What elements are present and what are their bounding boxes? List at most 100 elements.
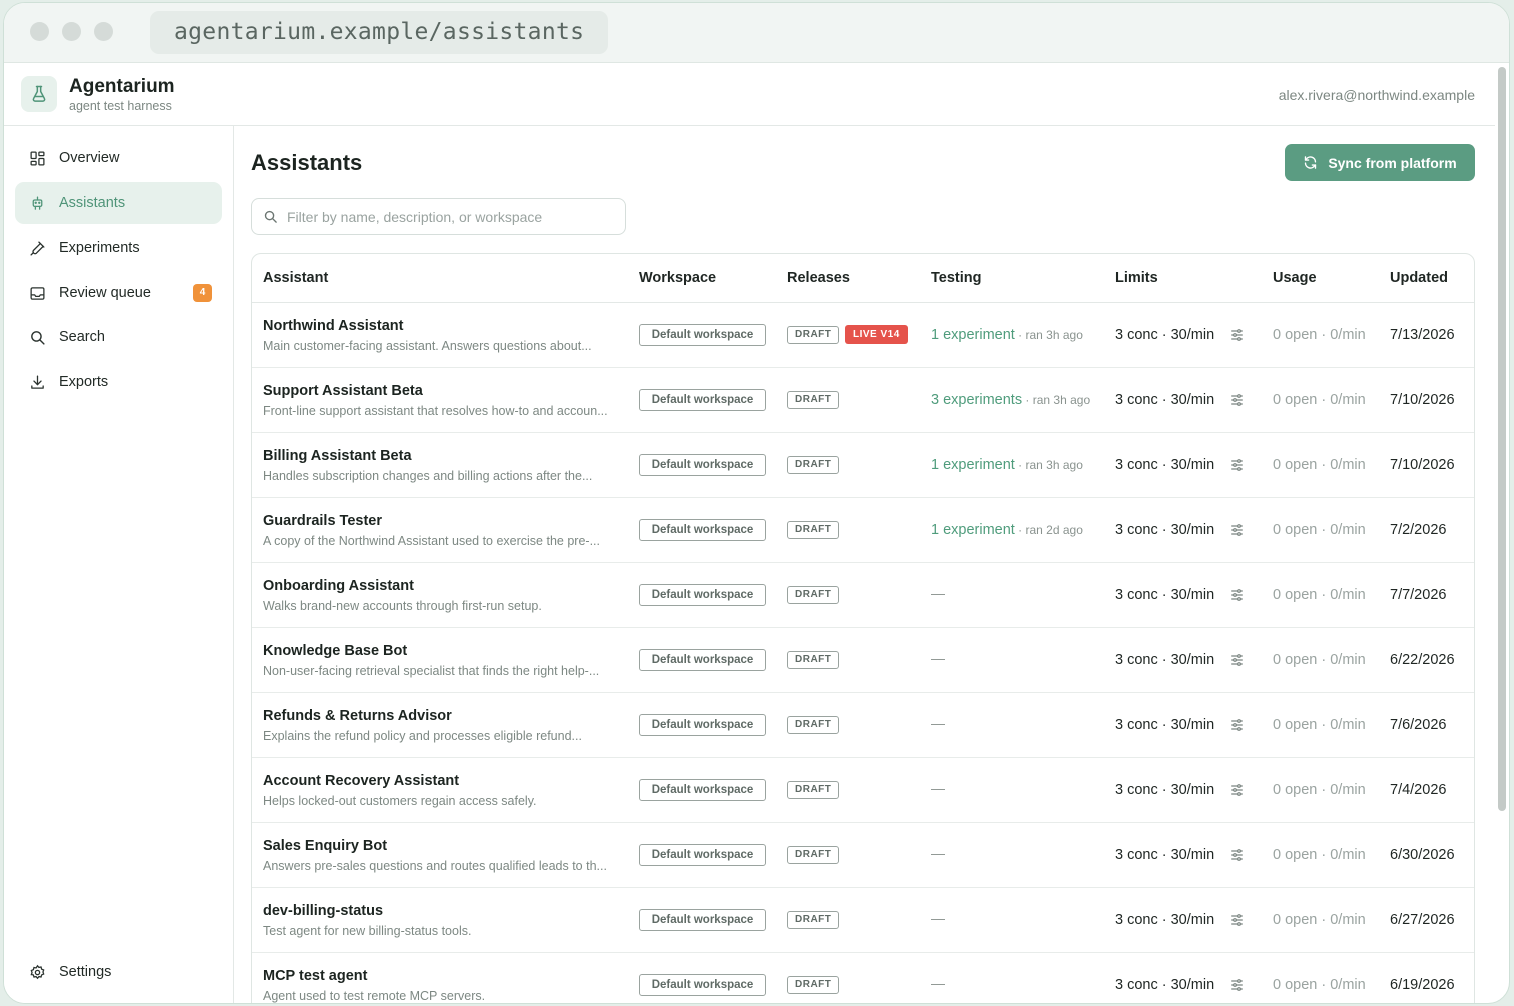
assistant-name[interactable]: Billing Assistant Beta xyxy=(263,448,412,464)
testing-empty: — xyxy=(931,650,945,666)
sliders-icon[interactable] xyxy=(1229,587,1245,603)
table-row[interactable]: Account Recovery Assistant Helps locked-o… xyxy=(252,758,1474,823)
usage-value: 0 open · 0/min xyxy=(1273,782,1366,798)
limits-value: 3 conc · 30/min xyxy=(1115,392,1215,408)
experiment-link[interactable]: 1 experiment xyxy=(931,522,1015,538)
column-header-updated[interactable]: Updated xyxy=(1390,270,1448,286)
limits-value: 3 conc · 30/min xyxy=(1115,977,1215,993)
scrollbar[interactable] xyxy=(1498,67,1506,811)
workspace-tag[interactable]: Default workspace xyxy=(639,974,766,996)
sidebar-item-label: Exports xyxy=(59,374,109,390)
column-header-assistant[interactable]: Assistant xyxy=(263,270,328,286)
table-row[interactable]: Northwind Assistant Main customer-facing … xyxy=(252,303,1474,368)
table-row[interactable]: Sales Enquiry Bot Answers pre-sales quest… xyxy=(252,823,1474,888)
workspace-tag[interactable]: Default workspace xyxy=(639,584,766,606)
assistant-description: Explains the refund policy and processes… xyxy=(263,729,582,743)
workspace-tag[interactable]: Default workspace xyxy=(639,909,766,931)
filter-input[interactable] xyxy=(287,208,607,225)
limits-value: 3 conc · 30/min xyxy=(1115,782,1215,798)
close-dot[interactable] xyxy=(30,22,49,41)
sidebar-item-label: Review queue xyxy=(59,285,151,301)
updated-date: 7/7/2026 xyxy=(1390,587,1447,603)
column-header-testing[interactable]: Testing xyxy=(931,270,981,286)
sidebar-item-review-queue[interactable]: Review queue 4 xyxy=(15,272,222,314)
sidebar-item-exports[interactable]: Exports xyxy=(15,361,222,403)
assistant-name[interactable]: Account Recovery Assistant xyxy=(263,773,459,789)
assistant-name[interactable]: Northwind Assistant xyxy=(263,318,403,334)
assistant-name[interactable]: Support Assistant Beta xyxy=(263,383,423,399)
table-row[interactable]: dev-billing-status Test agent for new bil… xyxy=(252,888,1474,953)
workspace-tag[interactable]: Default workspace xyxy=(639,844,766,866)
table-row[interactable]: Onboarding Assistant Walks brand-new acco… xyxy=(252,563,1474,628)
experiment-link[interactable]: 1 experiment xyxy=(931,457,1015,473)
assistant-description: A copy of the Northwind Assistant used t… xyxy=(263,534,600,548)
sliders-icon[interactable] xyxy=(1229,977,1245,993)
sliders-icon[interactable] xyxy=(1229,847,1245,863)
assistant-name[interactable]: dev-billing-status xyxy=(263,903,383,919)
sidebar-item-settings[interactable]: Settings xyxy=(15,951,222,993)
workspace-tag[interactable]: Default workspace xyxy=(639,389,766,411)
gear-icon xyxy=(28,963,46,981)
sliders-icon[interactable] xyxy=(1229,522,1245,538)
sidebar-item-overview[interactable]: Overview xyxy=(15,137,222,179)
minimize-dot[interactable] xyxy=(62,22,81,41)
sidebar-item-label: Overview xyxy=(59,150,120,166)
last-run-time: · ran 3h ago xyxy=(1014,458,1083,472)
assistant-name[interactable]: Refunds & Returns Advisor xyxy=(263,708,452,724)
column-header-limits[interactable]: Limits xyxy=(1115,270,1158,286)
sliders-icon[interactable] xyxy=(1229,457,1245,473)
workspace-tag[interactable]: Default workspace xyxy=(639,454,766,476)
user-email[interactable]: alex.rivera@northwind.example xyxy=(1279,87,1475,103)
table-row[interactable]: Billing Assistant Beta Handles subscripti… xyxy=(252,433,1474,498)
browser-titlebar: agentarium.example/assistants xyxy=(4,3,1509,63)
workspace-tag[interactable]: Default workspace xyxy=(639,324,766,346)
release-draft-tag: DRAFT xyxy=(787,846,840,864)
workspace-tag[interactable]: Default workspace xyxy=(639,714,766,736)
assistant-name[interactable]: Knowledge Base Bot xyxy=(263,643,407,659)
experiment-link[interactable]: 1 experiment xyxy=(931,327,1015,343)
table-row[interactable]: Knowledge Base Bot Non-user-facing retrie… xyxy=(252,628,1474,693)
filter-box[interactable] xyxy=(251,198,626,235)
release-live-tag: LIVE V14 xyxy=(845,325,908,344)
sliders-icon[interactable] xyxy=(1229,717,1245,733)
sync-from-platform-button[interactable]: Sync from platform xyxy=(1285,144,1475,181)
assistant-description: Handles subscription changes and billing… xyxy=(263,469,593,483)
updated-date: 7/10/2026 xyxy=(1390,457,1455,473)
sidebar-item-assistants[interactable]: Assistants xyxy=(15,182,222,224)
usage-value: 0 open · 0/min xyxy=(1273,587,1366,603)
page-title: Assistants xyxy=(251,150,363,175)
address-bar[interactable]: agentarium.example/assistants xyxy=(150,11,608,54)
sidebar-item-search[interactable]: Search xyxy=(15,316,222,358)
sliders-icon[interactable] xyxy=(1229,327,1245,343)
usage-value: 0 open · 0/min xyxy=(1273,392,1366,408)
column-header-workspace[interactable]: Workspace xyxy=(639,270,716,286)
column-header-releases[interactable]: Releases xyxy=(787,270,850,286)
table-row[interactable]: Guardrails Tester A copy of the Northwind… xyxy=(252,498,1474,563)
sliders-icon[interactable] xyxy=(1229,652,1245,668)
assistant-name[interactable]: Guardrails Tester xyxy=(263,513,382,529)
workspace-tag[interactable]: Default workspace xyxy=(639,649,766,671)
workspace-tag[interactable]: Default workspace xyxy=(639,519,766,541)
assistant-name[interactable]: Onboarding Assistant xyxy=(263,578,414,594)
assistant-description: Test agent for new billing-status tools. xyxy=(263,924,472,938)
column-header-usage[interactable]: Usage xyxy=(1273,270,1317,286)
experiment-link[interactable]: 3 experiments xyxy=(931,392,1022,408)
sliders-icon[interactable] xyxy=(1229,392,1245,408)
sliders-icon[interactable] xyxy=(1229,912,1245,928)
limits-value: 3 conc · 30/min xyxy=(1115,522,1215,538)
sidebar-item-experiments[interactable]: Experiments xyxy=(15,227,222,269)
sliders-icon[interactable] xyxy=(1229,782,1245,798)
workspace-tag[interactable]: Default workspace xyxy=(639,779,766,801)
maximize-dot[interactable] xyxy=(94,22,113,41)
limits-value: 3 conc · 30/min xyxy=(1115,457,1215,473)
assistant-name[interactable]: Sales Enquiry Bot xyxy=(263,838,387,854)
table-row[interactable]: Support Assistant Beta Front-line support… xyxy=(252,368,1474,433)
assistant-name[interactable]: MCP test agent xyxy=(263,968,367,984)
search-icon xyxy=(264,210,277,223)
table-row[interactable]: Refunds & Returns Advisor Explains the re… xyxy=(252,693,1474,758)
sidebar-item-label: Search xyxy=(59,329,105,345)
app-header: Agentarium agent test harness alex.river… xyxy=(4,63,1495,126)
updated-date: 7/10/2026 xyxy=(1390,392,1455,408)
last-run-time: · ran 2d ago xyxy=(1014,523,1083,537)
table-row[interactable]: MCP test agent Agent used to test remote … xyxy=(252,953,1474,1003)
